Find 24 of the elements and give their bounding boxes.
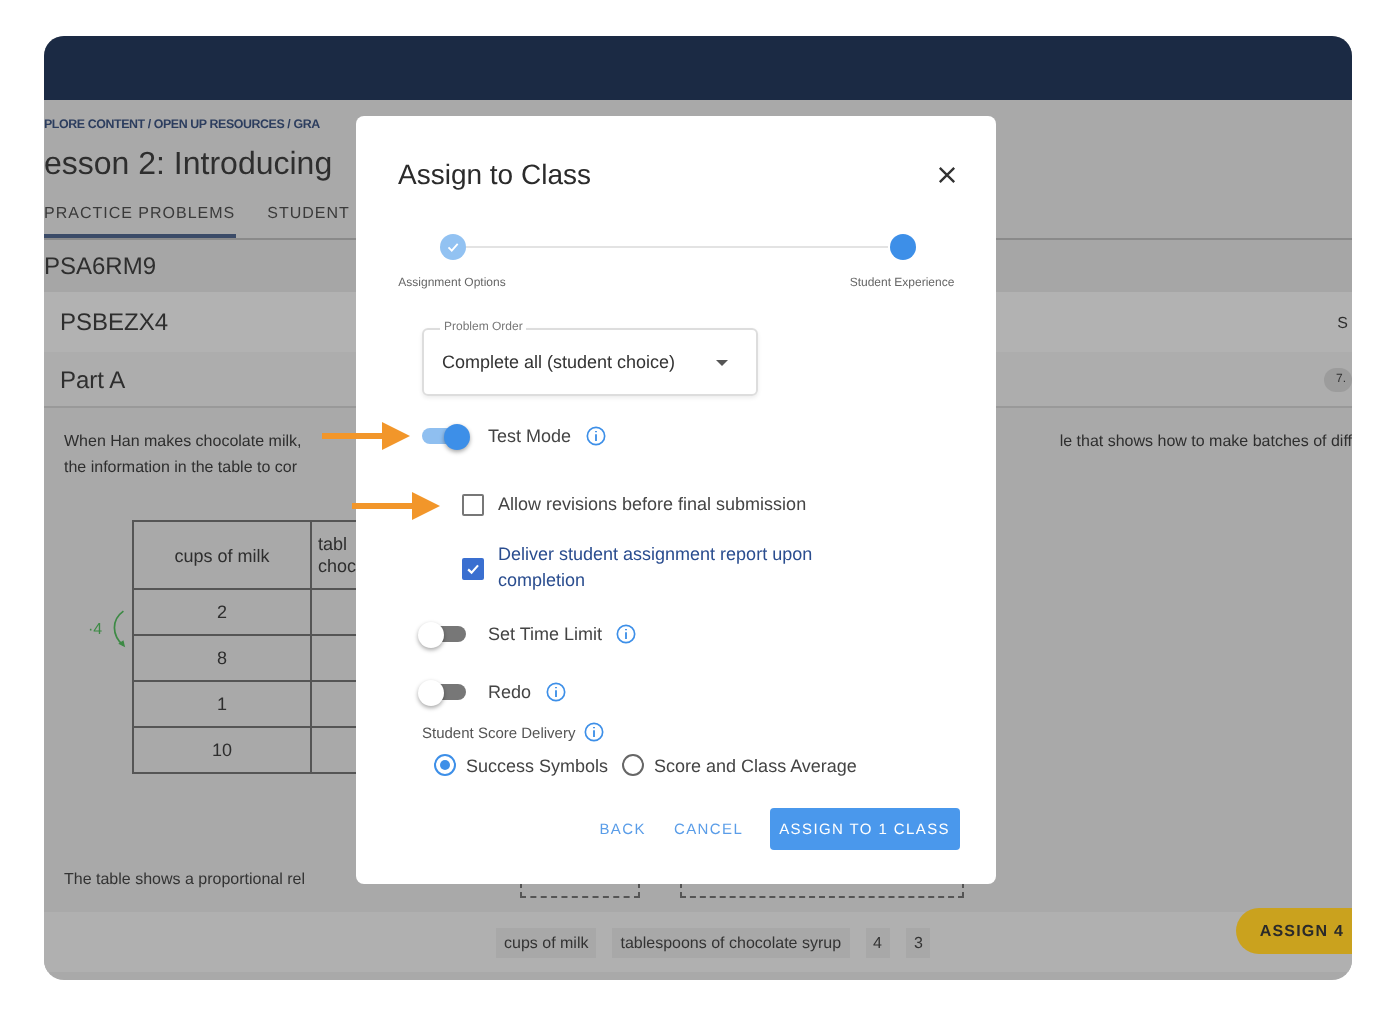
radio-label: Success Symbols xyxy=(466,755,609,775)
table-header: cups of milk xyxy=(133,521,311,589)
option-label: Redo xyxy=(488,682,532,702)
table-cell: 10 xyxy=(133,727,311,773)
problem-code: S xyxy=(1337,313,1350,331)
table-cell: 2 xyxy=(133,589,311,635)
scale-annotation: ·4 xyxy=(88,620,103,638)
table-cell: 8 xyxy=(133,635,311,681)
option-label: Deliver student assignment report upon completion xyxy=(498,542,815,594)
dropdown-value: Complete all (student choice) xyxy=(442,352,676,372)
option-label: Set Time Limit xyxy=(488,624,603,644)
prompt-text: the information in the table to cor xyxy=(64,456,298,480)
option-label: Test Mode xyxy=(488,426,572,446)
question-text: The table shows a proportional rel xyxy=(64,870,306,888)
prompt-text: le that shows how to make batches of diff xyxy=(1059,430,1352,454)
set-code: PSA6RM9 xyxy=(44,252,157,280)
lesson-title: esson 2: Introducing xyxy=(44,146,333,186)
prompt-text: When Han makes chocolate milk, xyxy=(64,430,302,454)
problem-code: PSBEZX4 xyxy=(60,308,169,336)
radio-label: Score and Class Average xyxy=(654,755,857,775)
dialog-title: Assign to Class xyxy=(398,158,591,190)
table-cell: 1 xyxy=(133,681,311,727)
option-label: Allow revisions before final submission xyxy=(498,492,809,518)
part-title: Part A xyxy=(60,365,126,393)
